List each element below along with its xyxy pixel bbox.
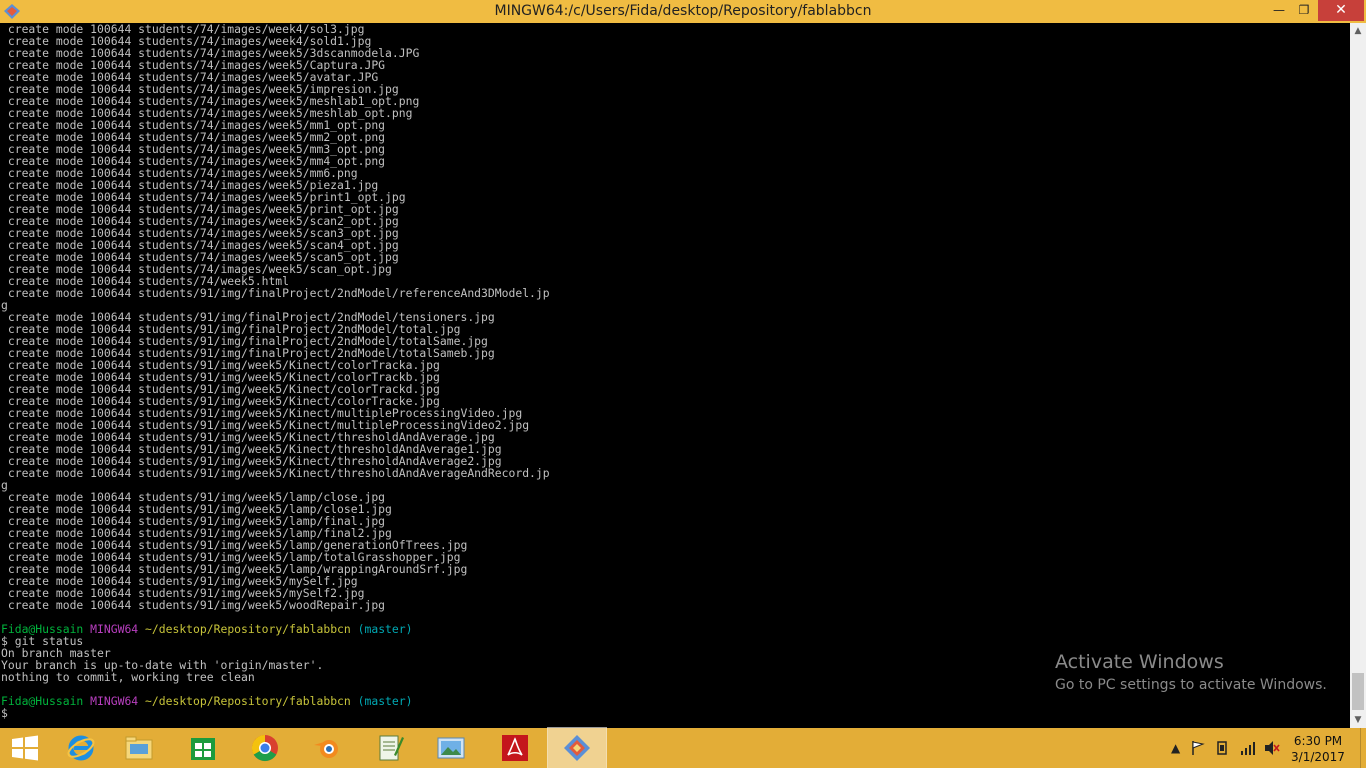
terminal-text: create mode 100644 students/91/img/final… (1, 286, 550, 300)
device-icon[interactable] (1216, 740, 1230, 756)
terminal-text: ~/desktop/Repository/fablabbcn (145, 622, 351, 636)
terminal-text: create mode 100644 students/91/img/week5… (1, 598, 386, 612)
photo-viewer-icon (437, 737, 465, 759)
watermark-subtitle: Go to PC settings to activate Windows. (1055, 677, 1327, 693)
maximize-button[interactable]: ❐ (1292, 0, 1316, 21)
terminal-text: (master) (357, 622, 413, 636)
system-clock[interactable]: 6:30 PM 3/1/2017 (1285, 733, 1351, 765)
blender-icon (314, 740, 338, 758)
scroll-thumb[interactable] (1352, 673, 1364, 710)
scroll-up-arrow-icon[interactable]: ▲ (1350, 23, 1366, 39)
chrome-icon (251, 734, 278, 762)
acrobat-icon (502, 735, 528, 761)
taskbar-acrobat[interactable] (486, 728, 544, 768)
internet-explorer-icon (67, 735, 95, 761)
show-hidden-icons-button[interactable]: ▲ (1171, 741, 1180, 755)
taskbar-chrome[interactable] (236, 728, 294, 768)
terminal-output[interactable]: create mode 100644 students/74/images/we… (0, 23, 1350, 728)
terminal-line: create mode 100644 students/91/img/week5… (1, 467, 550, 479)
terminal-line: Fida@Hussain MINGW64 ~/desktop/Repositor… (1, 695, 550, 707)
minimize-button[interactable]: — (1268, 0, 1290, 21)
scroll-down-arrow-icon[interactable]: ▼ (1350, 712, 1366, 728)
vertical-scrollbar[interactable]: ▲ ▼ (1350, 23, 1366, 728)
window-title: MINGW64:/c/Users/Fida/desktop/Repository… (494, 3, 872, 19)
terminal-lines: create mode 100644 students/74/images/we… (1, 23, 550, 719)
taskbar-file-explorer[interactable] (110, 728, 168, 768)
taskbar-git-bash[interactable] (547, 727, 607, 768)
terminal-text: (master) (357, 694, 413, 708)
watermark-title: Activate Windows (1055, 651, 1224, 673)
clock-time: 6:30 PM (1293, 734, 1343, 748)
taskbar-photo-viewer[interactable] (422, 728, 480, 768)
action-center-flag-icon[interactable] (1191, 740, 1205, 756)
taskbar-notepad[interactable] (360, 728, 418, 768)
terminal-line: create mode 100644 students/91/img/week5… (1, 599, 550, 611)
terminal-line: $ (1, 707, 550, 719)
terminal-line: create mode 100644 students/91/img/final… (1, 287, 550, 299)
activate-windows-watermark: Activate Windows Go to PC settings to ac… (1055, 651, 1327, 695)
notepad-icon (379, 735, 404, 761)
terminal-text: Fida@Hussain (1, 694, 84, 708)
terminal-text: ~/desktop/Repository/fablabbcn (145, 694, 351, 708)
show-desktop-button[interactable] (1360, 728, 1366, 768)
taskbar: ▲ 6:30 PM 3/1/2017 (0, 727, 1366, 768)
taskbar-store[interactable] (174, 728, 232, 768)
taskbar-blender[interactable] (298, 728, 356, 768)
title-bar[interactable]: MINGW64:/c/Users/Fida/desktop/Repository… (0, 0, 1366, 23)
close-button[interactable]: ✕ (1318, 0, 1364, 21)
terminal-line: nothing to commit, working tree clean (1, 671, 550, 683)
folder-icon (125, 736, 153, 760)
terminal-text: $ (1, 706, 8, 720)
start-button[interactable] (0, 728, 58, 768)
terminal-text: MINGW64 (90, 622, 139, 636)
git-bash-icon (564, 735, 590, 761)
taskbar-ie[interactable] (52, 728, 110, 768)
store-icon (191, 738, 215, 760)
clock-date: 3/1/2017 (1291, 750, 1345, 764)
volume-muted-icon[interactable] (1264, 740, 1280, 756)
network-signal-icon[interactable] (1240, 740, 1256, 756)
terminal-text: MINGW64 (90, 694, 139, 708)
windows-logo-icon (12, 735, 38, 761)
terminal-text: create mode 100644 students/91/img/week5… (1, 466, 550, 480)
terminal-text: nothing to commit, working tree clean (1, 670, 255, 684)
